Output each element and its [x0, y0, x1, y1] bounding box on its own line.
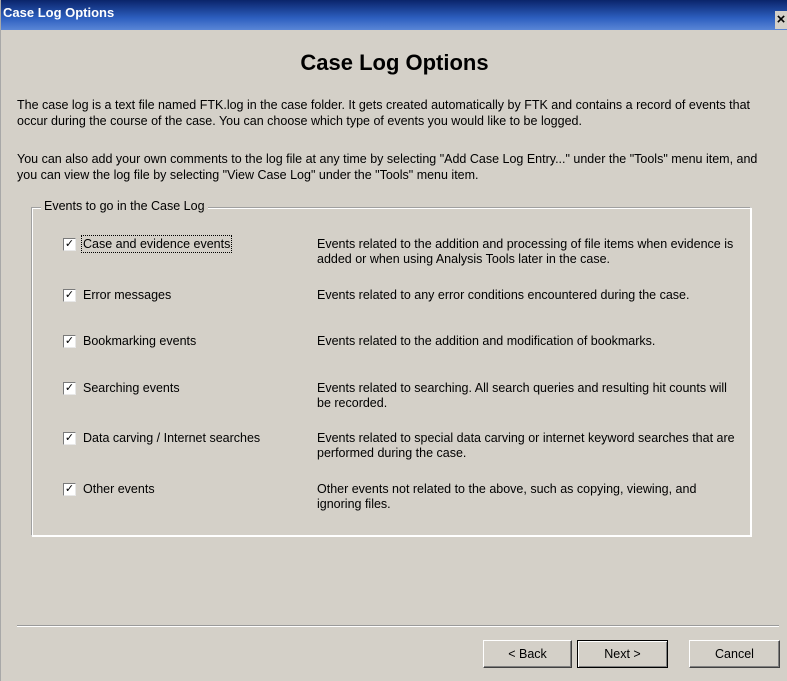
checkbox-error-messages[interactable]: ✓	[63, 289, 76, 302]
case-log-options-dialog: Case Log Options × Case Log Options The …	[0, 0, 787, 681]
title-bar[interactable]: Case Log Options	[1, 0, 787, 30]
description-case-evidence: Events related to the addition and proce…	[317, 237, 734, 266]
checkbox-searching[interactable]: ✓	[63, 382, 76, 395]
page-title: Case Log Options	[300, 50, 489, 75]
checkbox-label-data-carving[interactable]: Data carving / Internet searches	[83, 431, 260, 445]
window-title: Case Log Options	[3, 5, 115, 20]
checkbox-label-bookmarking[interactable]: Bookmarking events	[83, 334, 196, 348]
description-error-messages: Events related to any error conditions e…	[317, 288, 690, 302]
close-icon[interactable]: ×	[775, 11, 787, 29]
checkbox-label-searching[interactable]: Searching events	[83, 381, 180, 395]
next-button[interactable]: Next >	[577, 640, 668, 668]
description-bookmarking: Events related to the addition and modif…	[317, 334, 656, 348]
comments-paragraph: You can also add your own comments to th…	[17, 152, 758, 182]
intro-paragraph: The case log is a text file named FTK.lo…	[17, 98, 751, 128]
checkbox-label-case-evidence[interactable]: Case and evidence events	[80, 235, 233, 253]
back-button[interactable]: < Back	[483, 640, 572, 668]
events-groupbox-legend: Events to go in the Case Log	[41, 199, 208, 213]
footer-separator	[17, 625, 779, 627]
checkbox-bookmarking[interactable]: ✓	[63, 335, 76, 348]
cancel-button[interactable]: Cancel	[689, 640, 780, 668]
description-data-carving: Events related to special data carving o…	[317, 431, 735, 460]
description-other: Other events not related to the above, s…	[317, 482, 697, 511]
checkbox-data-carving[interactable]: ✓	[63, 432, 76, 445]
checkbox-case-evidence[interactable]: ✓	[63, 238, 76, 251]
checkbox-label-other[interactable]: Other events	[83, 482, 155, 496]
checkbox-label-error-messages[interactable]: Error messages	[83, 288, 171, 302]
checkbox-other[interactable]: ✓	[63, 483, 76, 496]
description-searching: Events related to searching. All search …	[317, 381, 727, 410]
